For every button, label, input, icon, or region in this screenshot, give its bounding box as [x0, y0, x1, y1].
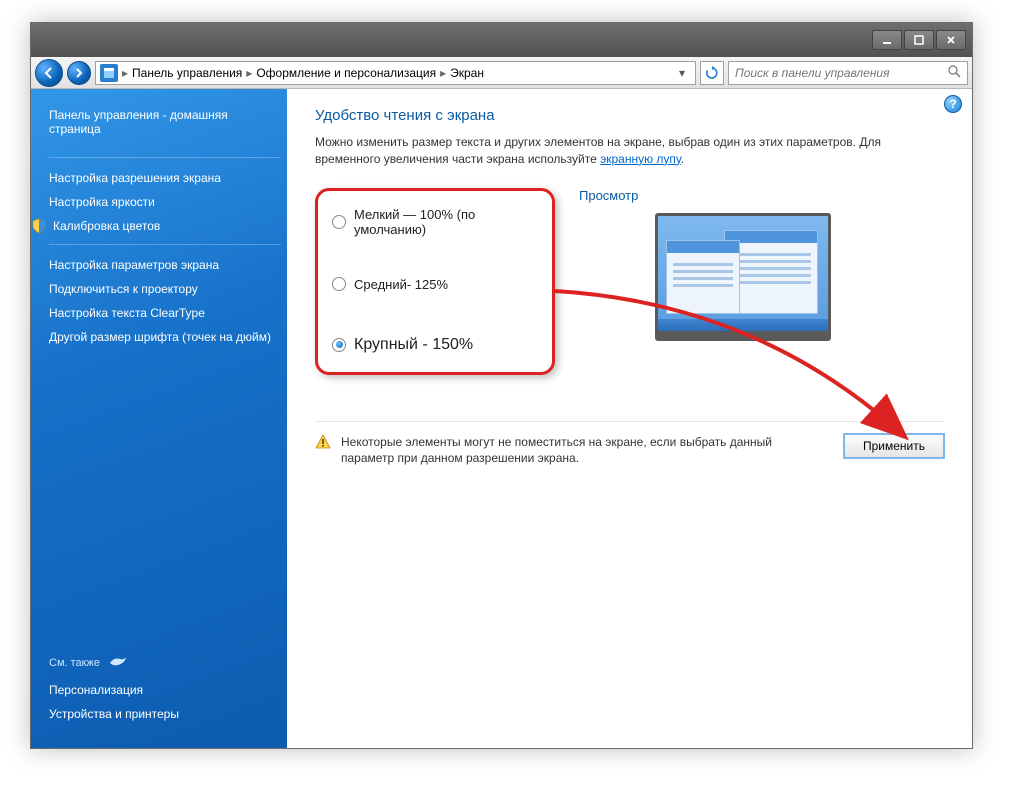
- see-also-label: См. также: [49, 657, 100, 669]
- sidebar-item-calibrate[interactable]: Калибровка цветов: [53, 214, 160, 238]
- warning-icon: [315, 434, 331, 450]
- chevron-right-icon: ▸: [440, 66, 446, 80]
- forward-button[interactable]: [67, 61, 91, 85]
- chevron-down-icon[interactable]: ▾: [673, 66, 691, 80]
- sidebar-item-display-settings[interactable]: Настройка параметров экрана: [49, 253, 281, 277]
- preview-label: Просмотр: [575, 188, 944, 203]
- scale-option-small[interactable]: Мелкий — 100% (по умолчанию): [332, 207, 538, 237]
- sidebar-item-brightness[interactable]: Настройка яркости: [49, 190, 281, 214]
- breadcrumb[interactable]: ▸ Панель управления ▸ Оформление и персо…: [95, 61, 696, 85]
- title-bar: [31, 23, 972, 57]
- chevron-right-icon: ▸: [122, 66, 128, 80]
- see-also-personalization[interactable]: Персонализация: [49, 678, 281, 702]
- help-icon[interactable]: ?: [944, 95, 962, 113]
- sidebar-item-cleartype[interactable]: Настройка текста ClearType: [49, 301, 281, 325]
- magnifier-link[interactable]: экранную лупу: [600, 152, 681, 166]
- shield-icon: [31, 218, 47, 234]
- minimize-button[interactable]: [872, 30, 902, 50]
- breadcrumb-item[interactable]: Оформление и персонализация: [256, 66, 436, 80]
- page-title: Удобство чтения с экрана: [315, 107, 944, 124]
- sidebar: Панель управления - домашняя страница На…: [31, 89, 287, 748]
- scale-options-group: Мелкий — 100% (по умолчанию) Средний- 12…: [315, 188, 555, 375]
- apply-button[interactable]: Применить: [844, 434, 944, 458]
- breadcrumb-item[interactable]: Панель управления: [132, 66, 242, 80]
- sidebar-item-projector[interactable]: Подключиться к проектору: [49, 277, 281, 301]
- content-area: ? Удобство чтения с экрана Можно изменит…: [287, 89, 972, 748]
- page-description: Можно изменить размер текста и других эл…: [315, 134, 915, 168]
- radio-icon: [332, 277, 346, 291]
- desc-text: Можно изменить размер текста и других эл…: [315, 135, 881, 166]
- bird-icon: [108, 653, 128, 672]
- back-button[interactable]: [35, 59, 63, 87]
- scale-option-label: Мелкий — 100% (по умолчанию): [354, 207, 538, 237]
- sidebar-home[interactable]: Панель управления - домашняя страница: [49, 103, 281, 141]
- search-input[interactable]: [735, 66, 947, 80]
- scale-option-medium[interactable]: Средний- 125%: [332, 277, 538, 292]
- warning-text: Некоторые элементы могут не поместиться …: [341, 434, 801, 466]
- radio-icon-checked: [332, 338, 346, 352]
- search-box[interactable]: [728, 61, 968, 85]
- divider: [49, 244, 281, 245]
- chevron-right-icon: ▸: [246, 66, 252, 80]
- see-also-heading: См. также: [49, 653, 281, 672]
- breadcrumb-item[interactable]: Экран: [450, 66, 484, 80]
- refresh-button[interactable]: [700, 61, 724, 85]
- close-button[interactable]: [936, 30, 966, 50]
- control-panel-icon: [100, 64, 118, 82]
- divider: [49, 157, 281, 158]
- maximize-button[interactable]: [904, 30, 934, 50]
- search-icon: [947, 64, 961, 81]
- scale-option-label: Средний- 125%: [354, 277, 448, 292]
- preview-monitor: [655, 213, 831, 341]
- see-also-devices[interactable]: Устройства и принтеры: [49, 702, 281, 726]
- scale-option-label: Крупный - 150%: [354, 336, 473, 354]
- scale-option-large[interactable]: Крупный - 150%: [332, 336, 538, 354]
- nav-bar: ▸ Панель управления ▸ Оформление и персо…: [31, 57, 972, 89]
- sidebar-item-resolution[interactable]: Настройка разрешения экрана: [49, 166, 281, 190]
- sidebar-item-dpi[interactable]: Другой размер шрифта (точек на дюйм): [49, 325, 281, 349]
- radio-icon: [332, 215, 346, 229]
- desc-text-end: .: [681, 152, 684, 166]
